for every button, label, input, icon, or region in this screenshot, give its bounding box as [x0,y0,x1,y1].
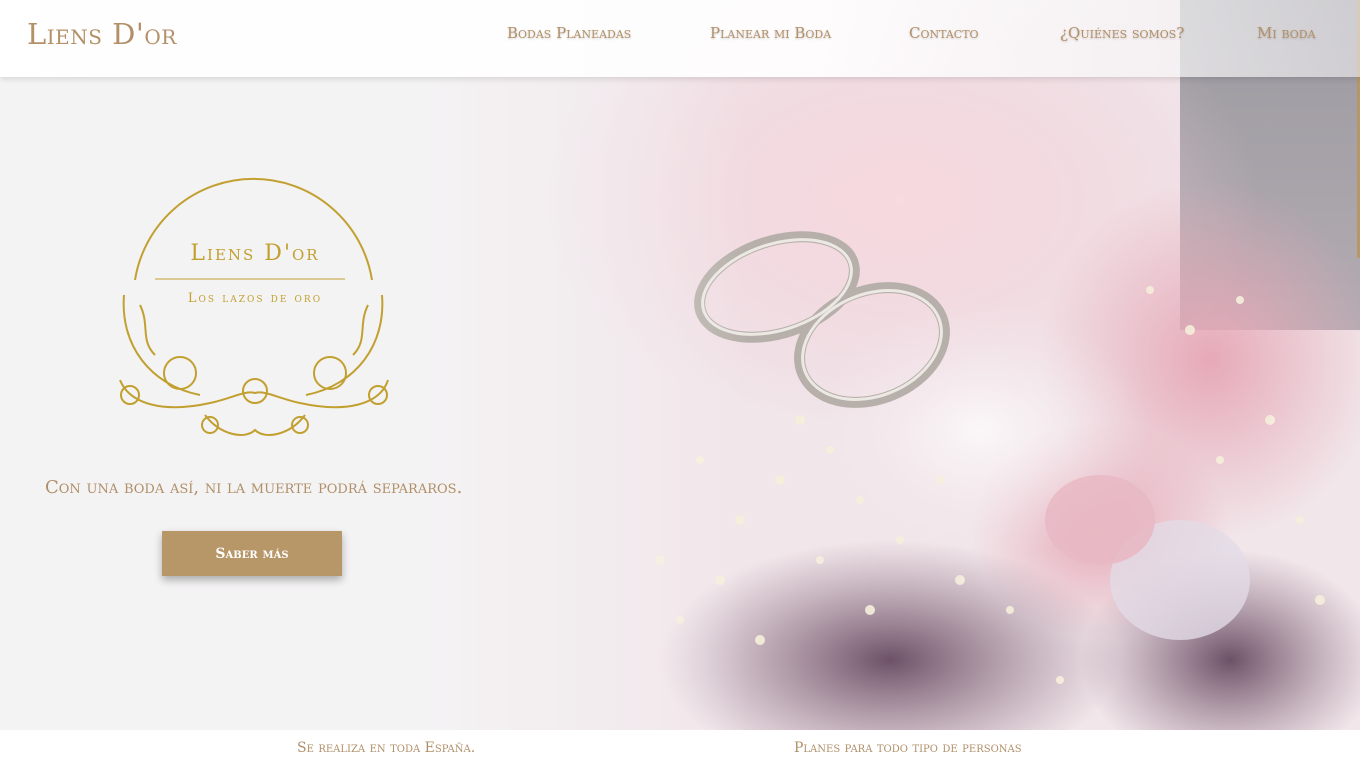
saber-mas-button[interactable]: Saber más [162,531,342,576]
features-strip: Se realiza en toda España. Planes para t… [0,730,1360,768]
hero-tagline: Con una boda así, ni la muerte podrá sep… [45,477,463,498]
liens-dor-logo: Liens D'or Los lazos de oro [110,155,400,450]
logo-title: Liens D'or [190,241,320,266]
top-navbar: Liens D'or Bodas Planeadas Planear mi Bo… [0,0,1360,77]
feature-item: Se realiza en toda España. [297,740,476,756]
nav-mi-boda[interactable]: Mi boda [1257,24,1316,42]
nav-contacto[interactable]: Contacto [909,24,979,42]
logo-subtitle: Los lazos de oro [187,291,323,306]
nav-bodas-planeadas[interactable]: Bodas Planeadas [507,24,631,42]
hero-section: Liens D'or Los lazos de oro Con una boda… [0,0,1360,730]
main-nav: Bodas Planeadas Planear mi Boda Contacto… [0,24,1360,44]
feature-item: Planes para todo tipo de personas [794,740,1022,756]
nav-quienes-somos[interactable]: ¿Quiénes somos? [1060,24,1184,42]
nav-planear-mi-boda[interactable]: Planear mi Boda [710,24,831,42]
